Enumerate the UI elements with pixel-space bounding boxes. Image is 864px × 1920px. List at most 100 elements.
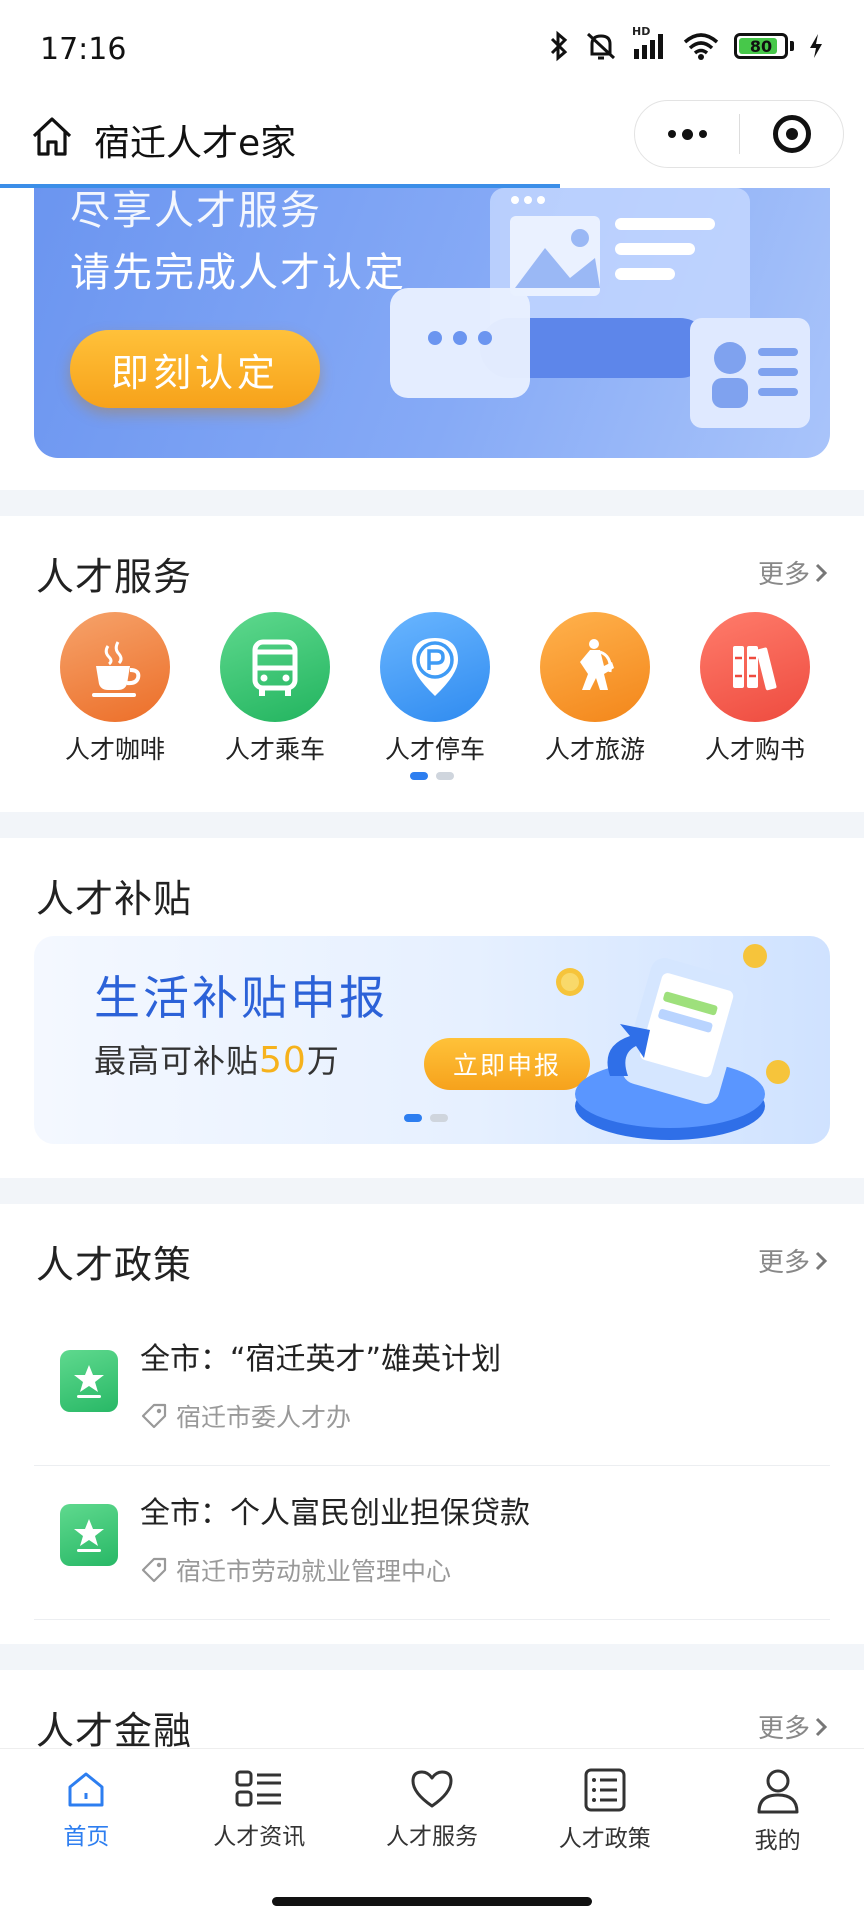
policy-list-item[interactable]: 全市：个人富民创业担保贷款 宿迁市劳动就业管理中心 bbox=[34, 1468, 830, 1620]
chevron-right-icon bbox=[815, 1251, 828, 1270]
signal-group: HD bbox=[632, 25, 668, 61]
subsidy-desc-prefix: 最高可补贴 bbox=[94, 1042, 260, 1080]
subsidy-description: 最高可补贴50万 bbox=[94, 1036, 340, 1082]
chevron-right-icon bbox=[815, 563, 828, 582]
mini-program-capsule bbox=[634, 100, 844, 168]
policy-source: 宿迁市劳动就业管理中心 bbox=[140, 1552, 451, 1588]
service-travel[interactable]: 人才旅游 bbox=[515, 612, 675, 766]
service-bus[interactable]: 人才乘车 bbox=[195, 612, 355, 766]
nav-bar: 宿迁人才e家 bbox=[0, 100, 864, 188]
parking-icon bbox=[380, 612, 490, 722]
hero-headline: 尽享人才服务 bbox=[70, 188, 322, 234]
heart-icon bbox=[411, 1770, 453, 1808]
services-more-link[interactable]: 更多 bbox=[758, 554, 828, 591]
certify-now-button[interactable]: 即刻认定 bbox=[70, 330, 320, 408]
tab-profile[interactable]: 我的 bbox=[691, 1749, 864, 1869]
more-label: 更多 bbox=[757, 1248, 810, 1278]
bottom-tab-bar: 首页 人才资讯 人才服务 人才政策 我的 bbox=[0, 1748, 864, 1920]
policy-badge-icon bbox=[60, 1504, 118, 1566]
charging-icon bbox=[810, 34, 822, 58]
service-label: 人才乘车 bbox=[224, 735, 325, 764]
home-tab-icon bbox=[68, 1772, 104, 1807]
page-title: 宿迁人才e家 bbox=[94, 123, 297, 164]
more-label: 更多 bbox=[757, 1714, 810, 1744]
talent-subsidy-section: 人才补贴 生活补贴申报 最高可补贴50万 立即申报 bbox=[0, 838, 864, 1178]
travel-icon bbox=[540, 612, 650, 722]
tab-label: 首页 bbox=[63, 1824, 110, 1850]
tab-label: 人才资讯 bbox=[213, 1824, 306, 1850]
policy-title: 全市：个人富民创业担保贷款 bbox=[140, 1496, 530, 1531]
service-label: 人才停车 bbox=[384, 735, 485, 764]
home-indicator bbox=[272, 1897, 592, 1906]
chevron-right-icon bbox=[815, 1717, 828, 1736]
status-icons: HD 80 bbox=[548, 25, 824, 62]
policy-badge-icon bbox=[60, 1350, 118, 1412]
policy-list-item[interactable]: 全市：“宿迁英才”雄英计划 宿迁市委人才办 bbox=[34, 1314, 830, 1466]
battery-level: 80 bbox=[749, 36, 773, 56]
coffee-icon bbox=[60, 612, 170, 722]
service-label: 人才旅游 bbox=[544, 735, 645, 764]
bluetooth-icon bbox=[550, 30, 568, 62]
talent-policy-section: 人才政策 更多 全市：“宿迁英才”雄英计划 宿迁市委人才办 全市：个人富民创业担… bbox=[0, 1204, 864, 1644]
service-label: 人才购书 bbox=[704, 735, 805, 764]
page-content[interactable]: 尽享人才服务 请先完成人才认定 即刻认定 人才服务 更多 人才咖啡 人才乘车 人… bbox=[0, 188, 864, 1748]
tab-home[interactable]: 首页 bbox=[0, 1749, 173, 1869]
battery-tip bbox=[790, 41, 794, 51]
tag-icon bbox=[141, 1557, 167, 1583]
mute-icon bbox=[586, 32, 616, 60]
bus-icon bbox=[220, 612, 330, 722]
policy-more-link[interactable]: 更多 bbox=[758, 1242, 828, 1279]
close-program-button[interactable] bbox=[740, 115, 843, 153]
section-title-subsidy: 人才补贴 bbox=[36, 877, 193, 921]
tab-label: 人才政策 bbox=[558, 1826, 651, 1852]
service-coffee[interactable]: 人才咖啡 bbox=[35, 612, 195, 766]
services-pager bbox=[410, 772, 454, 780]
policy-source-label: 宿迁市劳动就业管理中心 bbox=[176, 1557, 452, 1586]
tag-icon bbox=[141, 1403, 167, 1429]
service-label: 人才咖啡 bbox=[64, 735, 165, 764]
section-title-finance: 人才金融 bbox=[36, 1709, 193, 1748]
status-time: 17:16 bbox=[40, 32, 127, 67]
tab-policy[interactable]: 人才政策 bbox=[518, 1749, 691, 1869]
service-books[interactable]: 人才购书 bbox=[675, 612, 835, 766]
document-list-icon bbox=[584, 1768, 626, 1812]
tab-label: 人才服务 bbox=[385, 1824, 478, 1850]
subsidy-card-title: 生活补贴申报 bbox=[94, 971, 388, 1025]
subsidy-illustration bbox=[556, 944, 790, 1140]
tab-news[interactable]: 人才资讯 bbox=[173, 1749, 346, 1869]
living-subsidy-banner[interactable]: 生活补贴申报 最高可补贴50万 立即申报 bbox=[34, 936, 830, 1144]
service-parking[interactable]: 人才停车 bbox=[355, 612, 515, 766]
more-options-button[interactable] bbox=[635, 101, 739, 167]
more-label: 更多 bbox=[757, 560, 810, 590]
wifi-icon bbox=[683, 33, 719, 60]
finance-more-link[interactable]: 更多 bbox=[758, 1708, 828, 1745]
subsidy-pager bbox=[404, 1114, 448, 1122]
hd-badge: HD bbox=[632, 25, 651, 38]
policy-source: 宿迁市委人才办 bbox=[140, 1398, 351, 1434]
certification-banner[interactable]: 尽享人才服务 请先完成人才认定 即刻认定 bbox=[34, 188, 830, 458]
talent-finance-section: 人才金融 更多 bbox=[0, 1670, 864, 1748]
services-grid: 人才咖啡 人才乘车 人才停车 人才旅游 人才购书 bbox=[0, 612, 864, 766]
home-icon[interactable] bbox=[28, 112, 76, 160]
user-icon bbox=[757, 1769, 799, 1814]
policy-title: 全市：“宿迁英才”雄英计划 bbox=[140, 1342, 502, 1377]
subsidy-amount: 50 bbox=[259, 1040, 307, 1081]
status-bar: 17:16 HD 80 bbox=[0, 0, 864, 100]
subsidy-unit: 万 bbox=[306, 1042, 340, 1080]
hero-section: 尽享人才服务 请先完成人才认定 即刻认定 bbox=[0, 188, 864, 490]
list-icon bbox=[235, 1770, 282, 1807]
tab-label: 我的 bbox=[754, 1828, 801, 1854]
pager-dot bbox=[430, 1114, 448, 1122]
policy-source-label: 宿迁市委人才办 bbox=[176, 1403, 352, 1432]
hero-subline: 请先完成人才认定 bbox=[70, 250, 406, 296]
pager-dot-active bbox=[404, 1114, 422, 1122]
books-icon bbox=[700, 612, 810, 722]
battery-icon: 80 bbox=[734, 33, 788, 59]
talent-services-section: 人才服务 更多 人才咖啡 人才乘车 人才停车 人才旅游 人才购书 bbox=[0, 516, 864, 812]
hero-illustration bbox=[390, 188, 810, 428]
tab-services[interactable]: 人才服务 bbox=[346, 1749, 519, 1869]
section-title-services: 人才服务 bbox=[36, 555, 193, 599]
section-title-policy: 人才政策 bbox=[36, 1243, 193, 1287]
pager-dot-active bbox=[410, 772, 428, 780]
pager-dot bbox=[436, 772, 454, 780]
